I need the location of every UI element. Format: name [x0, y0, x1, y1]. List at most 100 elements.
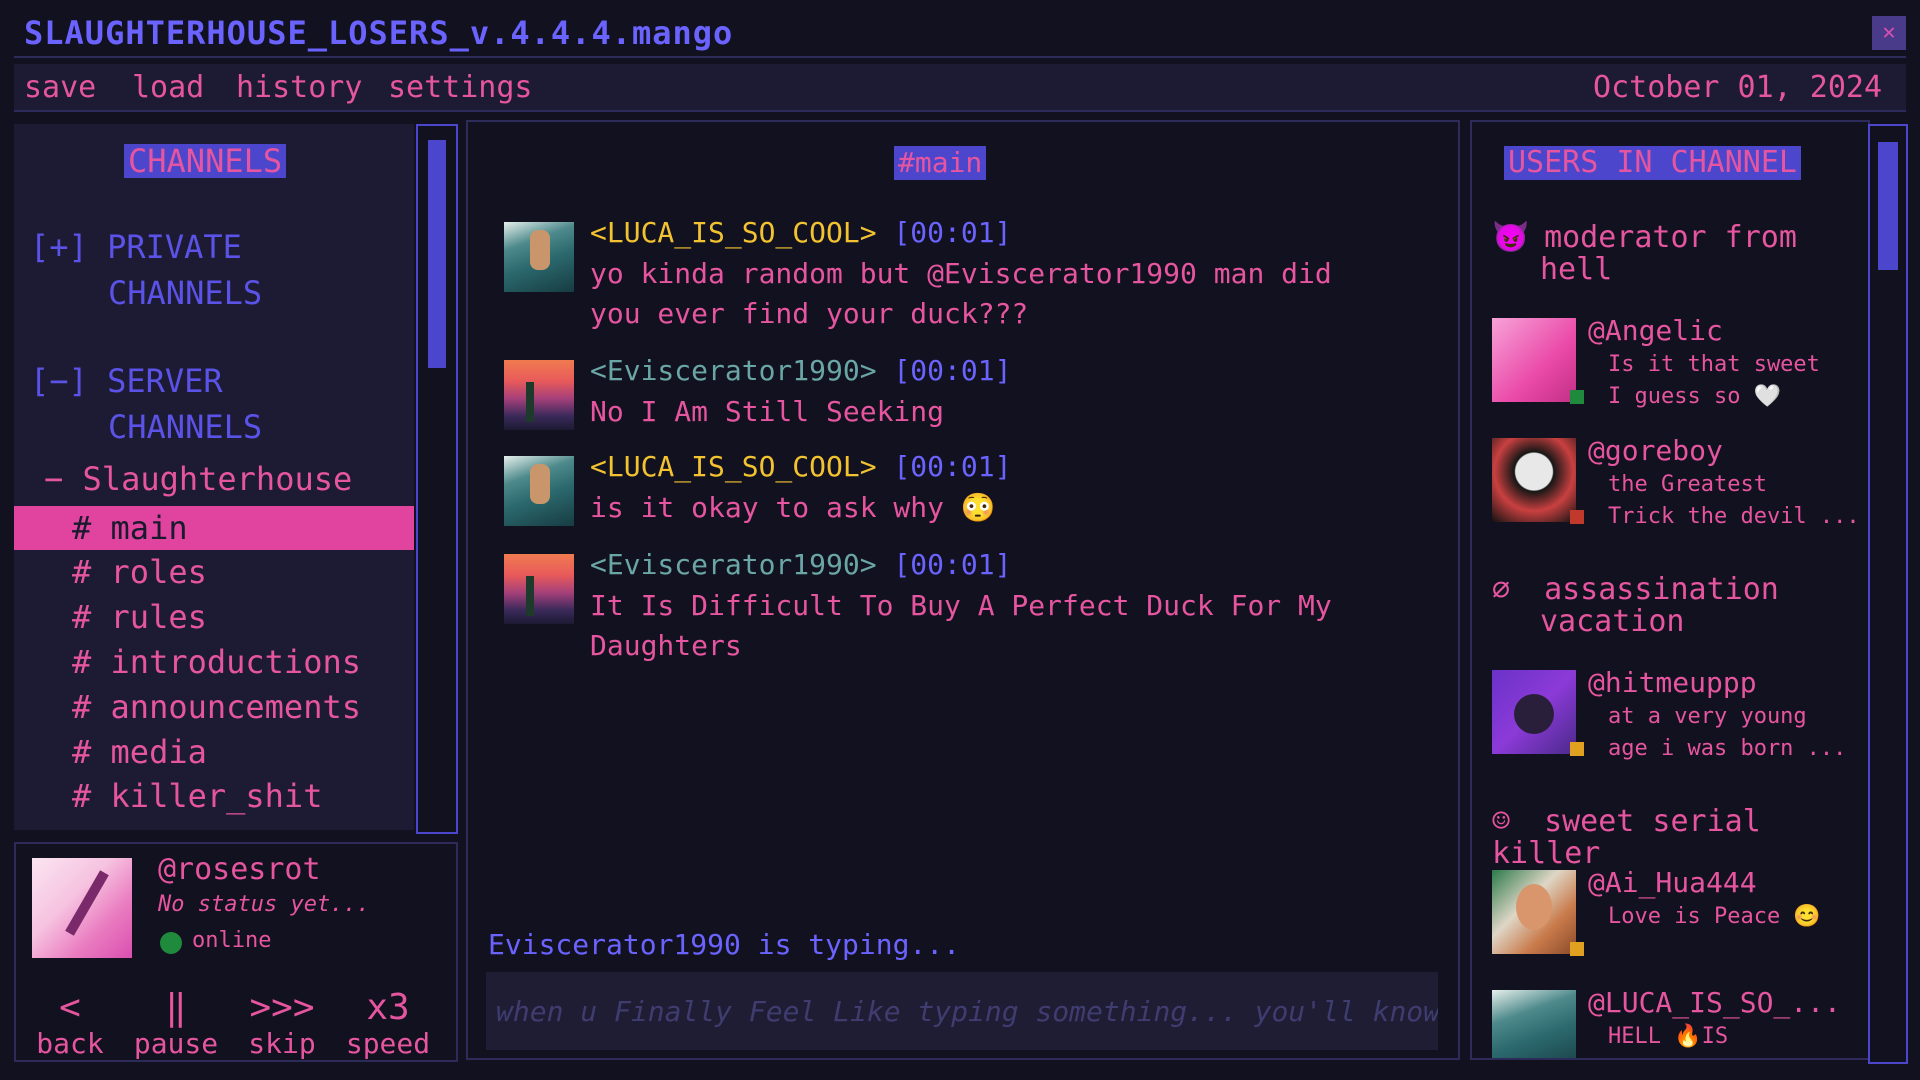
close-icon[interactable]: ✕: [1872, 16, 1906, 50]
private-group-label-2: CHANNELS: [108, 274, 263, 312]
status-dot: [1570, 510, 1584, 524]
member-luca[interactable]: @LUCA_IS_SO_... HELL 🔥IS: [1492, 990, 1852, 1058]
member-status: age i was born ...: [1608, 736, 1847, 761]
channel-announcements[interactable]: # announcements: [14, 685, 414, 729]
chat-channel-title: #main: [894, 146, 987, 180]
message-header: <Eviscerator1990> [00:01]: [590, 354, 1011, 387]
member-name[interactable]: @goreboy: [1588, 434, 1723, 467]
message-author[interactable]: <LUCA_IS_SO_COOL>: [590, 216, 877, 249]
skip-icon: >>>: [249, 987, 315, 1028]
avatar[interactable]: [32, 858, 132, 958]
menu-save[interactable]: save: [24, 70, 96, 105]
channels-panel: CHANNELS [+] PRIVATE CHANNELS [−] SERVER…: [14, 124, 414, 830]
role-sweet-serial-killer: ☺ sweet serial killer: [1492, 806, 1868, 870]
speed-label: speed: [345, 1027, 431, 1060]
member-ai-hua444[interactable]: @Ai_Hua444 Love is Peace 😊: [1492, 866, 1852, 958]
app-title: SLAUGHTERHOUSE_LOSERS_v.4.4.4.mango: [24, 14, 734, 52]
private-channels-toggle[interactable]: [+] PRIVATE CHANNELS: [30, 224, 262, 316]
channel-rules[interactable]: # rules: [14, 595, 414, 639]
message-author[interactable]: <Eviscerator1990>: [590, 548, 877, 581]
message-line: you ever find your duck???: [590, 297, 1029, 330]
message-author[interactable]: <LUCA_IS_SO_COOL>: [590, 450, 877, 483]
member-goreboy[interactable]: @goreboy the Greatest Trick the devil ..…: [1492, 434, 1860, 529]
smiley-icon: ☺: [1492, 804, 1511, 839]
member-status: Is it that sweet: [1608, 352, 1820, 377]
back-button[interactable]: < back: [30, 988, 110, 1060]
server-name[interactable]: − Slaughterhouse: [44, 460, 352, 498]
server-channels-toggle[interactable]: [−] SERVER CHANNELS: [30, 358, 262, 450]
menu-bar: save load history settings October 01, 2…: [14, 64, 1906, 112]
member-name[interactable]: @Ai_Hua444: [1588, 866, 1757, 899]
message-header: <Eviscerator1990> [00:01]: [590, 548, 1011, 581]
message-body: is it okay to ask why 😳: [590, 488, 1410, 528]
pause-icon: ‖: [165, 987, 187, 1028]
channel-media[interactable]: # media: [14, 730, 414, 774]
users-panel: USERS IN CHANNEL 😈 moderator from hell @…: [1470, 120, 1870, 1060]
message-time: [00:01]: [893, 450, 1012, 483]
message-time: [00:01]: [893, 216, 1012, 249]
menu-settings[interactable]: settings: [388, 70, 533, 105]
status-dot: [1570, 390, 1584, 404]
role-assassination: ∅ assassination vacation: [1492, 574, 1779, 638]
menu-load[interactable]: load: [132, 70, 204, 105]
users-scrollbar[interactable]: [1868, 124, 1908, 1064]
role-label: hell: [1540, 252, 1613, 287]
channel-main[interactable]: # main: [14, 506, 414, 550]
channels-scroll-thumb[interactable]: [428, 140, 446, 368]
message-line: It Is Difficult To Buy A Perfect Duck Fo…: [590, 589, 1332, 622]
menu-history[interactable]: history: [236, 70, 362, 105]
message-body: No I Am Still Seeking: [590, 392, 1410, 432]
speed-icon: x3: [366, 987, 410, 1028]
users-heading: USERS IN CHANNEL: [1504, 146, 1801, 180]
status-dot: [1570, 942, 1584, 956]
users-scroll-thumb[interactable]: [1878, 142, 1898, 270]
message-body: yo kinda random but @Eviscerator1990 man…: [590, 254, 1410, 334]
member-status: Trick the devil ...: [1608, 504, 1860, 529]
role-label: assassination: [1544, 572, 1779, 607]
avatar[interactable]: [1492, 318, 1576, 402]
avatar[interactable]: [504, 360, 574, 430]
avatar[interactable]: [1492, 870, 1576, 954]
skip-label: skip: [248, 1027, 316, 1060]
message-header: <LUCA_IS_SO_COOL> [00:01]: [590, 216, 1011, 249]
message-line: No I Am Still Seeking: [590, 395, 945, 428]
pause-button[interactable]: ‖ pause: [126, 988, 226, 1060]
profile-panel: @rosesrot No status yet... online < back…: [14, 842, 458, 1062]
member-status: the Greatest: [1608, 472, 1767, 497]
channels-scrollbar[interactable]: [416, 124, 458, 834]
channel-killer-shit[interactable]: # killer_shit: [14, 774, 414, 818]
member-status: HELL 🔥IS: [1608, 1024, 1729, 1049]
title-bar: SLAUGHTERHOUSE_LOSERS_v.4.4.4.mango ✕: [14, 10, 1906, 58]
message-author[interactable]: <Eviscerator1990>: [590, 354, 877, 387]
private-group-label: [+] PRIVATE: [30, 228, 242, 266]
role-label: moderator from: [1544, 220, 1797, 255]
role-label: vacation: [1540, 604, 1685, 639]
message-input[interactable]: [486, 972, 1438, 1050]
member-angelic[interactable]: @Angelic Is it that sweet I guess so 🤍: [1492, 314, 1852, 409]
devil-icon: 😈: [1492, 220, 1530, 255]
member-name[interactable]: @LUCA_IS_SO_...: [1588, 990, 1841, 1019]
member-name[interactable]: @Angelic: [1588, 314, 1723, 347]
avatar[interactable]: [1492, 990, 1576, 1058]
channels-heading: CHANNELS: [124, 144, 287, 178]
avatar[interactable]: [504, 222, 574, 292]
message-header: <LUCA_IS_SO_COOL> [00:01]: [590, 450, 1011, 483]
empty-set-icon: ∅: [1492, 572, 1511, 607]
server-group-label: [−] SERVER: [30, 362, 223, 400]
message-body: It Is Difficult To Buy A Perfect Duck Fo…: [590, 586, 1410, 666]
speed-button[interactable]: x3 speed: [338, 988, 438, 1060]
avatar[interactable]: [504, 554, 574, 624]
back-label: back: [36, 1027, 104, 1060]
member-name[interactable]: @hitmeuppp: [1588, 666, 1757, 699]
avatar[interactable]: [504, 456, 574, 526]
message-line: is it okay to ask why 😳: [590, 491, 996, 524]
chat-panel: #main <LUCA_IS_SO_COOL> [00:01] yo kinda…: [466, 120, 1460, 1060]
avatar[interactable]: [1492, 438, 1576, 522]
skip-button[interactable]: >>> skip: [242, 988, 322, 1060]
message-time: [00:01]: [893, 354, 1012, 387]
presence-label: online: [192, 928, 272, 953]
channel-introductions[interactable]: # introductions: [14, 640, 414, 684]
member-hitmeuppp[interactable]: @hitmeuppp at a very young age i was bor…: [1492, 666, 1852, 761]
avatar[interactable]: [1492, 670, 1576, 754]
channel-roles[interactable]: # roles: [14, 550, 414, 594]
